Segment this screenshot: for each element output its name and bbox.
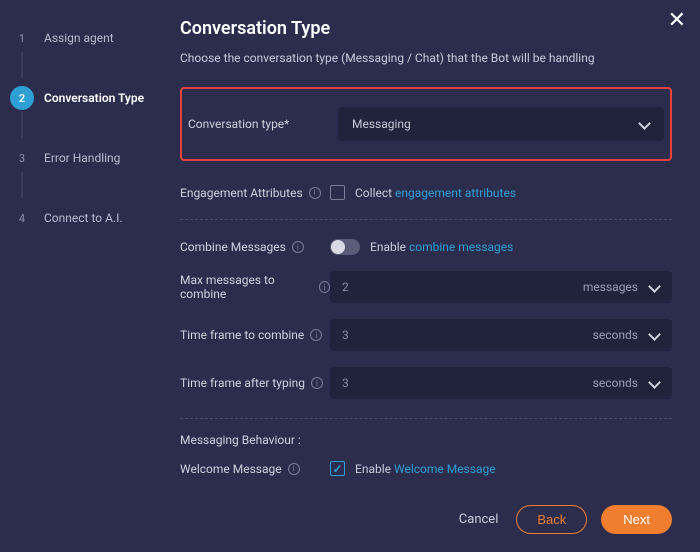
footer-actions: Cancel Back Next: [455, 505, 672, 534]
combine-messages-toggle[interactable]: [330, 239, 360, 255]
next-button[interactable]: Next: [601, 505, 672, 534]
engagement-attributes-label: Engagement Attributes i: [180, 186, 330, 200]
conversation-type-value: Messaging: [352, 117, 411, 131]
page-title: Conversation Type: [180, 18, 672, 39]
welcome-message-label: Welcome Message i: [180, 462, 330, 476]
max-messages-input[interactable]: 2 messages: [330, 271, 672, 303]
step-number: 4: [10, 206, 34, 230]
welcome-message-link[interactable]: Welcome Message: [394, 462, 496, 476]
info-icon[interactable]: i: [292, 241, 304, 253]
step-conversation-type[interactable]: 2 Conversation Type: [0, 82, 160, 114]
step-label: Assign agent: [44, 31, 114, 45]
time-frame-combine-input[interactable]: 3 seconds: [330, 319, 672, 351]
info-icon[interactable]: i: [319, 281, 330, 293]
welcome-message-checkbox[interactable]: [330, 461, 345, 476]
step-number: 1: [10, 26, 34, 50]
wizard-steps: 1 Assign agent 2 Conversation Type 3 Err…: [0, 0, 160, 552]
step-connect-ai[interactable]: 4 Connect to A.I.: [0, 202, 160, 234]
cancel-button[interactable]: Cancel: [455, 506, 503, 533]
conversation-type-select[interactable]: Messaging: [338, 107, 664, 141]
step-number: 3: [10, 146, 34, 170]
info-icon[interactable]: i: [311, 377, 323, 389]
step-label: Error Handling: [44, 151, 120, 165]
time-after-typing-input[interactable]: 3 seconds: [330, 367, 672, 399]
back-button[interactable]: Back: [516, 505, 587, 534]
step-assign-agent[interactable]: 1 Assign agent: [0, 22, 160, 54]
divider: [180, 418, 672, 419]
info-icon[interactable]: i: [309, 187, 321, 199]
chevron-down-icon: [648, 329, 660, 341]
chevron-down-icon: [648, 377, 660, 389]
main-panel: ✕ Conversation Type Choose the conversat…: [160, 0, 700, 552]
step-error-handling[interactable]: 3 Error Handling: [0, 142, 160, 174]
messaging-behaviour-title: Messaging Behaviour :: [180, 433, 672, 447]
max-messages-unit: messages: [583, 280, 638, 294]
page-subtitle: Choose the conversation type (Messaging …: [180, 51, 672, 65]
step-number: 2: [10, 86, 34, 110]
time-frame-combine-unit: seconds: [593, 328, 638, 342]
time-after-typing-unit: seconds: [593, 376, 638, 390]
info-icon[interactable]: i: [310, 329, 322, 341]
conversation-type-highlight: Conversation type* Messaging: [180, 87, 672, 161]
engagement-attributes-link[interactable]: engagement attributes: [395, 186, 516, 200]
step-connector: [21, 172, 23, 198]
combine-messages-label: Combine Messages i: [180, 240, 330, 254]
chevron-down-icon: [638, 118, 650, 130]
time-after-typing-value: 3: [342, 376, 349, 390]
max-messages-value: 2: [342, 280, 349, 294]
info-icon[interactable]: i: [288, 463, 300, 475]
time-frame-combine-label: Time frame to combine i: [180, 328, 330, 342]
max-messages-label: Max messages to combine i: [180, 273, 330, 301]
conversation-type-label: Conversation type*: [188, 117, 338, 131]
time-after-typing-label: Time frame after typing i: [180, 376, 330, 390]
step-connector: [21, 112, 23, 138]
step-label: Conversation Type: [44, 91, 144, 105]
step-label: Connect to A.I.: [44, 211, 123, 225]
step-connector: [21, 52, 23, 78]
chevron-down-icon: [648, 281, 660, 293]
close-icon[interactable]: ✕: [668, 10, 686, 32]
engagement-attributes-checkbox[interactable]: [330, 185, 345, 200]
time-frame-combine-value: 3: [342, 328, 349, 342]
divider: [180, 219, 672, 220]
combine-messages-link[interactable]: combine messages: [409, 240, 513, 254]
